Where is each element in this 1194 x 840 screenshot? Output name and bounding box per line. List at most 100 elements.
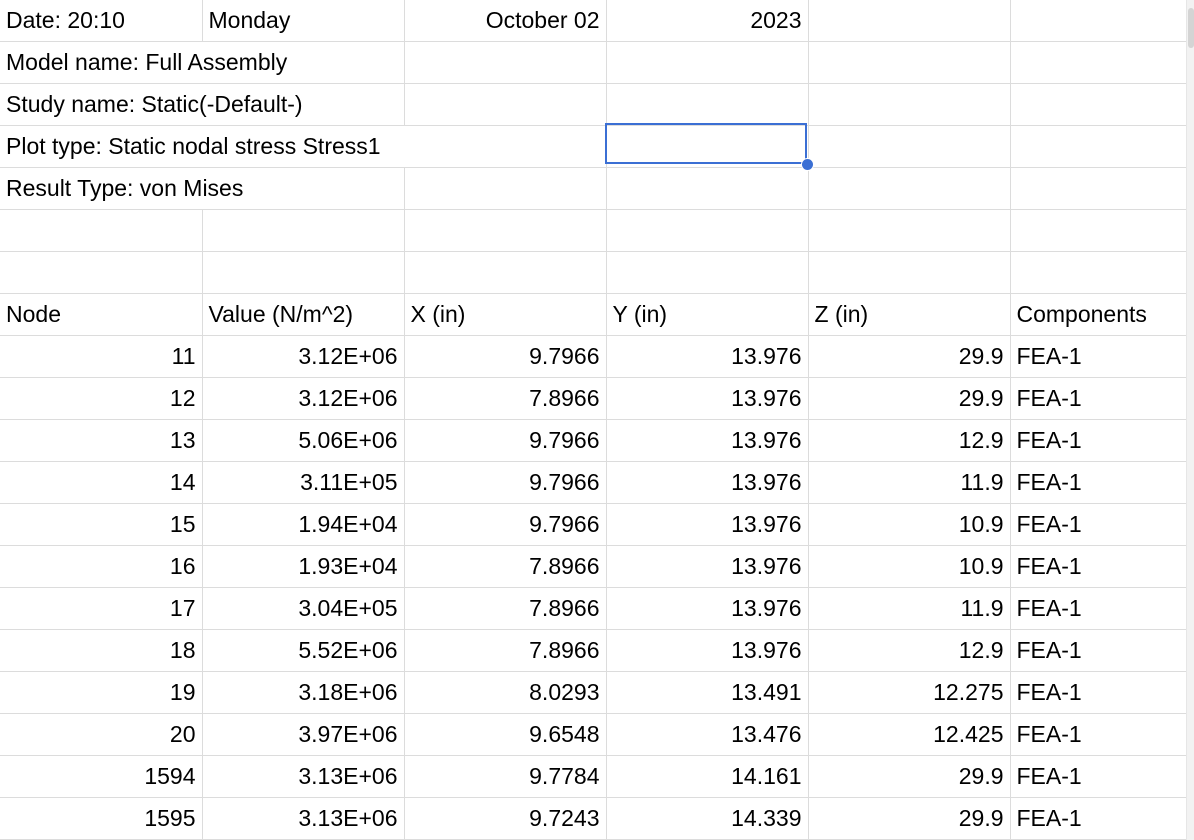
cell-r18-c6[interactable]: FEA-1 xyxy=(1010,713,1186,756)
cell-r19-c6[interactable]: FEA-1 xyxy=(1010,755,1186,798)
cell-r8-c6[interactable]: Components xyxy=(1010,293,1186,336)
cell-r17-c6[interactable]: FEA-1 xyxy=(1010,671,1186,714)
cell-r16-c6[interactable]: FEA-1 xyxy=(1010,629,1186,672)
cell-r8-c1[interactable]: Node xyxy=(0,293,203,336)
cell-r1-c5[interactable] xyxy=(808,0,1011,42)
cell-r9-c6[interactable]: FEA-1 xyxy=(1010,335,1186,378)
cell-r17-c1[interactable]: 19 xyxy=(0,671,203,714)
cell-r7-c5[interactable] xyxy=(808,251,1011,294)
cell-r3-c1[interactable]: Study name: Static(-Default-) xyxy=(0,83,303,126)
cell-r9-c4[interactable]: 13.976 xyxy=(606,335,809,378)
cell-r19-c3[interactable]: 9.7784 xyxy=(404,755,607,798)
cell-r18-c3[interactable]: 9.6548 xyxy=(404,713,607,756)
cell-r2-c6[interactable] xyxy=(1010,41,1186,84)
cell-r17-c3[interactable]: 8.0293 xyxy=(404,671,607,714)
cell-r16-c5[interactable]: 12.9 xyxy=(808,629,1011,672)
cell-r6-c6[interactable] xyxy=(1010,209,1186,252)
cell-r11-c4[interactable]: 13.976 xyxy=(606,419,809,462)
cell-r14-c2[interactable]: 1.93E+04 xyxy=(202,545,405,588)
cell-r4-c5[interactable] xyxy=(808,125,1011,168)
cell-r15-c4[interactable]: 13.976 xyxy=(606,587,809,630)
cell-r20-c5[interactable]: 29.9 xyxy=(808,797,1011,840)
cell-r3-c4[interactable] xyxy=(606,83,809,126)
cell-r14-c1[interactable]: 16 xyxy=(0,545,203,588)
cell-r7-c4[interactable] xyxy=(606,251,809,294)
cell-r7-c1[interactable] xyxy=(0,251,203,294)
cell-r4-c3[interactable] xyxy=(404,125,607,168)
cell-r11-c1[interactable]: 13 xyxy=(0,419,203,462)
cell-r9-c5[interactable]: 29.9 xyxy=(808,335,1011,378)
vertical-scrollbar[interactable] xyxy=(1186,0,1194,840)
cell-r10-c4[interactable]: 13.976 xyxy=(606,377,809,420)
cell-r17-c5[interactable]: 12.275 xyxy=(808,671,1011,714)
cell-r9-c2[interactable]: 3.12E+06 xyxy=(202,335,405,378)
cell-r8-c5[interactable]: Z (in) xyxy=(808,293,1011,336)
cell-r5-c1[interactable]: Result Type: von Mises xyxy=(0,167,243,210)
cell-r12-c5[interactable]: 11.9 xyxy=(808,461,1011,504)
cell-r3-c6[interactable] xyxy=(1010,83,1186,126)
cell-r5-c3[interactable] xyxy=(404,167,607,210)
scrollbar-thumb[interactable] xyxy=(1188,8,1194,48)
cell-r9-c1[interactable]: 11 xyxy=(0,335,203,378)
cell-r2-c1[interactable]: Model name: Full Assembly xyxy=(0,41,287,84)
cell-r1-c4[interactable]: 2023 xyxy=(606,0,809,42)
cell-r20-c4[interactable]: 14.339 xyxy=(606,797,809,840)
cell-r11-c5[interactable]: 12.9 xyxy=(808,419,1011,462)
cell-r13-c4[interactable]: 13.976 xyxy=(606,503,809,546)
cell-r4-c6[interactable] xyxy=(1010,125,1186,168)
cell-r1-c6[interactable] xyxy=(1010,0,1186,42)
cell-r15-c3[interactable]: 7.8966 xyxy=(404,587,607,630)
cell-r12-c3[interactable]: 9.7966 xyxy=(404,461,607,504)
cell-r12-c6[interactable]: FEA-1 xyxy=(1010,461,1186,504)
cell-r8-c4[interactable]: Y (in) xyxy=(606,293,809,336)
cell-r15-c5[interactable]: 11.9 xyxy=(808,587,1011,630)
cell-r2-c5[interactable] xyxy=(808,41,1011,84)
cell-r18-c1[interactable]: 20 xyxy=(0,713,203,756)
cell-r1-c2[interactable]: Monday xyxy=(202,0,405,42)
cell-r19-c2[interactable]: 3.13E+06 xyxy=(202,755,405,798)
cell-r11-c6[interactable]: FEA-1 xyxy=(1010,419,1186,462)
cell-r10-c5[interactable]: 29.9 xyxy=(808,377,1011,420)
cell-r8-c3[interactable]: X (in) xyxy=(404,293,607,336)
spreadsheet-grid[interactable]: Date: 20:10 Monday October 02 2023 Model nam… xyxy=(0,0,1186,840)
cell-r9-c3[interactable]: 9.7966 xyxy=(404,335,607,378)
cell-r10-c3[interactable]: 7.8966 xyxy=(404,377,607,420)
cell-r13-c6[interactable]: FEA-1 xyxy=(1010,503,1186,546)
cell-r12-c1[interactable]: 14 xyxy=(0,461,203,504)
cell-r19-c5[interactable]: 29.9 xyxy=(808,755,1011,798)
cell-r7-c6[interactable] xyxy=(1010,251,1186,294)
cell-r10-c6[interactable]: FEA-1 xyxy=(1010,377,1186,420)
fill-handle[interactable] xyxy=(801,158,814,171)
cell-r6-c4[interactable] xyxy=(606,209,809,252)
cell-r5-c5[interactable] xyxy=(808,167,1011,210)
cell-r13-c2[interactable]: 1.94E+04 xyxy=(202,503,405,546)
cell-r12-c4[interactable]: 13.976 xyxy=(606,461,809,504)
cell-r19-c4[interactable]: 14.161 xyxy=(606,755,809,798)
active-cell-selection[interactable] xyxy=(605,123,807,164)
cell-r11-c3[interactable]: 9.7966 xyxy=(404,419,607,462)
cell-r16-c2[interactable]: 5.52E+06 xyxy=(202,629,405,672)
cell-r10-c2[interactable]: 3.12E+06 xyxy=(202,377,405,420)
cell-r17-c4[interactable]: 13.491 xyxy=(606,671,809,714)
cell-r8-c2[interactable]: Value (N/m^2) xyxy=(202,293,405,336)
cell-r10-c1[interactable]: 12 xyxy=(0,377,203,420)
cell-r1-c3[interactable]: October 02 xyxy=(404,0,607,42)
cell-r17-c2[interactable]: 3.18E+06 xyxy=(202,671,405,714)
cell-r6-c5[interactable] xyxy=(808,209,1011,252)
cell-r15-c6[interactable]: FEA-1 xyxy=(1010,587,1186,630)
cell-r18-c2[interactable]: 3.97E+06 xyxy=(202,713,405,756)
cell-r14-c6[interactable]: FEA-1 xyxy=(1010,545,1186,588)
cell-r6-c3[interactable] xyxy=(404,209,607,252)
cell-r16-c3[interactable]: 7.8966 xyxy=(404,629,607,672)
cell-r14-c3[interactable]: 7.8966 xyxy=(404,545,607,588)
cell-r2-c4[interactable] xyxy=(606,41,809,84)
cell-r20-c6[interactable]: FEA-1 xyxy=(1010,797,1186,840)
cell-r1-c1[interactable]: Date: 20:10 xyxy=(0,0,203,42)
cell-r15-c2[interactable]: 3.04E+05 xyxy=(202,587,405,630)
cell-r5-c6[interactable] xyxy=(1010,167,1186,210)
cell-r20-c3[interactable]: 9.7243 xyxy=(404,797,607,840)
cell-r19-c1[interactable]: 1594 xyxy=(0,755,203,798)
cell-r3-c3[interactable] xyxy=(404,83,607,126)
cell-r14-c5[interactable]: 10.9 xyxy=(808,545,1011,588)
cell-r18-c5[interactable]: 12.425 xyxy=(808,713,1011,756)
